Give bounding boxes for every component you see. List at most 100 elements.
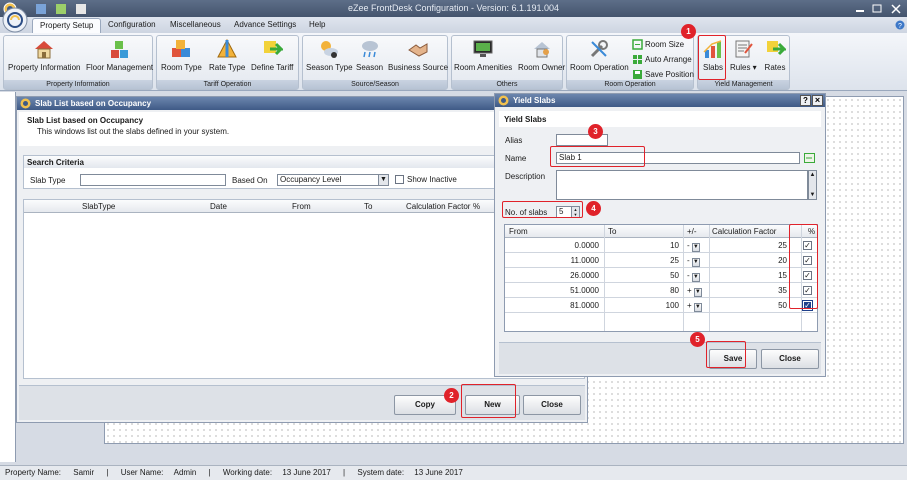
auto-arrange-button[interactable]: Auto Arrange: [632, 54, 692, 65]
cell-percent-checkbox[interactable]: ✓: [803, 286, 812, 295]
rules-label: Rules: [730, 63, 751, 72]
column-percent[interactable]: %: [808, 227, 815, 236]
window-icon: [20, 98, 31, 109]
ribbon-group-room-operation: Room Operation Room Size Auto Arrange Sa…: [566, 35, 694, 90]
yield-slabs-window-title: Yield Slabs: [513, 96, 556, 105]
column-percent[interactable]: %: [473, 202, 480, 211]
column-date[interactable]: Date: [210, 202, 227, 211]
show-inactive-check[interactable]: [395, 175, 404, 184]
floor-management-button[interactable]: Floor Management: [86, 38, 153, 72]
cell-to[interactable]: 50: [670, 271, 679, 280]
room-amenities-button[interactable]: Room Amenities: [454, 38, 512, 72]
cell-percent-checkbox[interactable]: ✓: [802, 300, 813, 311]
ribbon-group-property-information: Property Information Floor Management Pr…: [3, 35, 153, 90]
name-input[interactable]: Slab 1: [556, 152, 800, 164]
chevron-down-icon[interactable]: ▼: [691, 243, 700, 252]
scroll-down-icon[interactable]: ▼: [809, 191, 816, 199]
dialog-help-button[interactable]: ?: [800, 95, 811, 106]
column-calculation-factor[interactable]: Calculation Factor: [712, 227, 776, 236]
scroll-up-icon[interactable]: ▲: [809, 171, 816, 179]
season-button[interactable]: Season: [356, 38, 383, 72]
new-button[interactable]: New: [465, 395, 520, 415]
save-button[interactable]: Save: [709, 349, 757, 369]
column-sign[interactable]: +/-: [687, 227, 697, 236]
dialog-close-icon[interactable]: ×: [812, 95, 823, 106]
save-position-button[interactable]: Save Position: [632, 69, 694, 80]
table-row[interactable]: 51.0000 80 + ▼ 35 ✓: [505, 284, 817, 298]
cell-factor[interactable]: 35: [778, 286, 787, 295]
window-controls[interactable]: [855, 3, 903, 14]
column-from[interactable]: From: [509, 227, 528, 236]
cell-sign[interactable]: - ▼: [687, 256, 700, 267]
tab-miscellaneous[interactable]: Miscellaneous: [163, 18, 228, 33]
cell-from[interactable]: 81.0000: [570, 301, 599, 310]
show-inactive-checkbox[interactable]: Show Inactive: [395, 175, 457, 184]
cell-percent-checkbox[interactable]: ✓: [803, 241, 812, 250]
rules-button[interactable]: Rules ▾: [730, 38, 757, 72]
yield-slab-grid[interactable]: From To +/- Calculation Factor % 0.0000 …: [504, 224, 818, 332]
table-row[interactable]: 81.0000 100 + ▼ 50 ✓: [505, 299, 817, 313]
column-to[interactable]: To: [608, 227, 616, 236]
column-calculation-factor[interactable]: Calculation Factor: [406, 202, 470, 211]
table-row[interactable]: 26.0000 50 - ▼ 15 ✓: [505, 269, 817, 283]
cell-sign[interactable]: - ▼: [687, 241, 700, 252]
table-row[interactable]: 0.0000 10 - ▼ 25 ✓: [505, 239, 817, 253]
table-row[interactable]: 11.0000 25 - ▼ 20 ✓: [505, 254, 817, 268]
group-caption-tariff-operation: Tariff Operation: [157, 80, 298, 89]
rate-type-button[interactable]: Rate Type: [209, 38, 245, 72]
slab-list-close-button[interactable]: Close: [523, 395, 581, 415]
no-of-slabs-stepper[interactable]: 5 ▲ ▼: [556, 206, 580, 218]
chevron-down-icon[interactable]: ▼: [693, 303, 702, 312]
app-orb-icon[interactable]: [2, 7, 28, 33]
define-tariff-button[interactable]: Define Tariff: [251, 38, 293, 72]
slabs-button[interactable]: Slabs: [702, 38, 724, 72]
translate-icon[interactable]: [804, 153, 815, 163]
description-scrollbar[interactable]: ▲ ▼: [808, 170, 817, 200]
tab-help[interactable]: Help: [302, 18, 332, 33]
column-from[interactable]: From: [292, 202, 311, 211]
chevron-down-icon[interactable]: ▼: [693, 288, 702, 297]
cell-from[interactable]: 51.0000: [570, 286, 599, 295]
tab-property-setup[interactable]: Property Setup: [32, 18, 102, 33]
cell-factor[interactable]: 15: [778, 271, 787, 280]
rates-button[interactable]: Rates: [764, 38, 786, 72]
cell-from[interactable]: 26.0000: [570, 271, 599, 280]
yield-slabs-close-button[interactable]: Close: [761, 349, 819, 369]
cell-percent-checkbox[interactable]: ✓: [803, 256, 812, 265]
chevron-down-icon[interactable]: ▼: [691, 258, 700, 267]
room-size-button[interactable]: Room Size: [632, 39, 684, 50]
cell-from[interactable]: 11.0000: [571, 256, 599, 265]
cell-sign[interactable]: - ▼: [687, 271, 700, 282]
cell-to[interactable]: 80: [670, 286, 679, 295]
cell-factor[interactable]: 25: [778, 241, 787, 250]
property-information-button[interactable]: Property Information: [8, 38, 80, 72]
description-textarea[interactable]: [556, 170, 808, 200]
business-source-button[interactable]: Business Source: [388, 38, 448, 72]
room-type-button[interactable]: Room Type: [161, 38, 202, 72]
room-operation-button[interactable]: Room Operation: [570, 38, 629, 72]
chevron-down-icon[interactable]: ▼: [691, 273, 700, 282]
stepper-arrows-icon[interactable]: ▲ ▼: [571, 207, 579, 217]
cell-to[interactable]: 25: [670, 256, 679, 265]
cell-from[interactable]: 0.0000: [575, 241, 599, 250]
cell-sign[interactable]: + ▼: [687, 301, 702, 312]
room-owner-button[interactable]: Room Owner: [518, 38, 565, 72]
cell-sign[interactable]: + ▼: [687, 286, 702, 297]
tab-advance-settings[interactable]: Advance Settings: [227, 18, 303, 33]
cell-to[interactable]: 10: [670, 241, 679, 250]
cell-factor[interactable]: 50: [778, 301, 787, 310]
yield-slabs-dialog: Yield Slabs ? × Yield Slabs Alias Name S…: [494, 93, 826, 377]
rates-label: Rates: [764, 63, 786, 72]
tools-icon: [591, 40, 609, 58]
column-slabtype[interactable]: SlabType: [82, 202, 115, 211]
column-to[interactable]: To: [364, 202, 372, 211]
cell-percent-checkbox[interactable]: ✓: [803, 271, 812, 280]
based-on-select[interactable]: Occupancy Level ▼: [277, 174, 389, 186]
cell-to[interactable]: 100: [666, 301, 679, 310]
cell-factor[interactable]: 20: [778, 256, 787, 265]
slab-type-input[interactable]: [80, 174, 226, 186]
tab-configuration[interactable]: Configuration: [101, 18, 163, 33]
chevron-down-icon[interactable]: ▼: [378, 175, 388, 185]
help-icon[interactable]: ?: [895, 20, 905, 30]
season-type-button[interactable]: Season Type: [306, 38, 353, 72]
